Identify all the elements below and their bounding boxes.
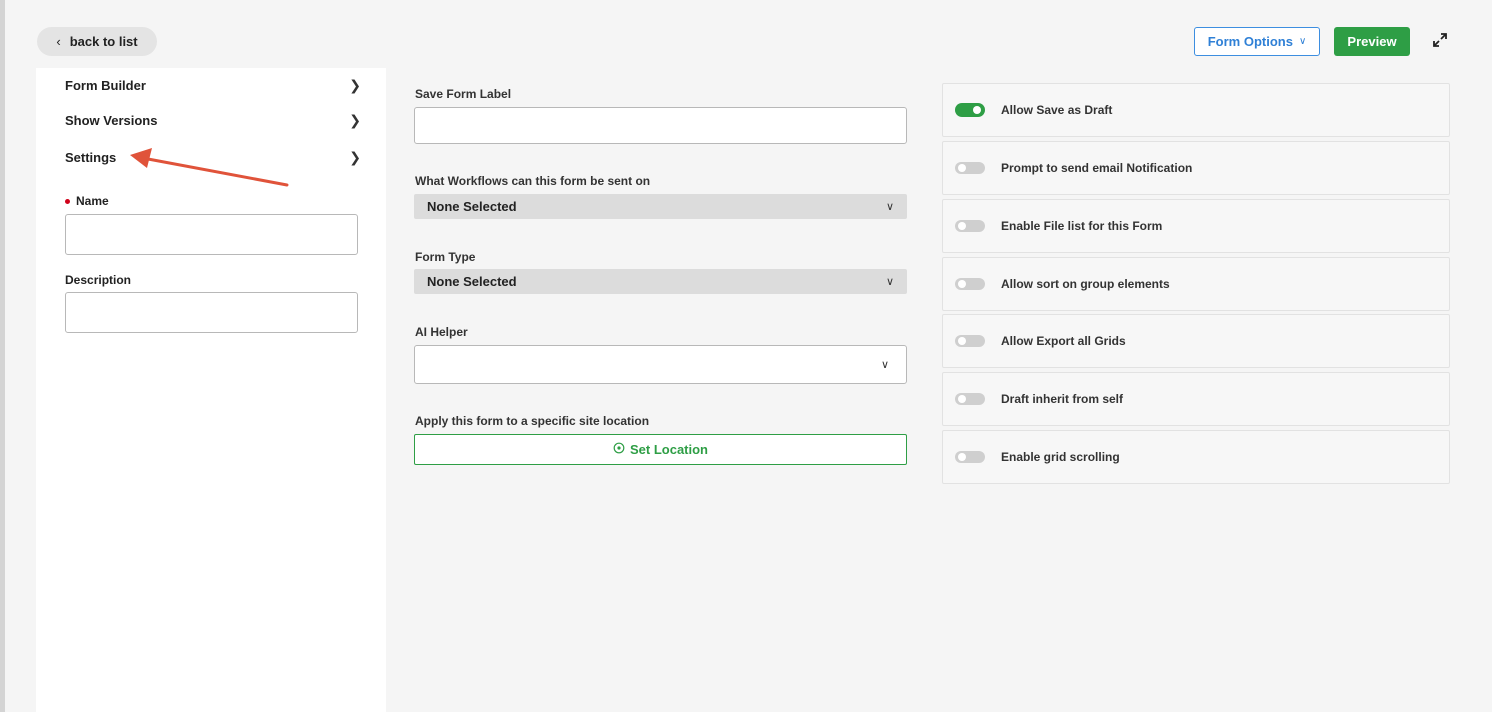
settings-sidebar: Form Builder ❯ Show Versions ❯ Settings … (36, 68, 386, 712)
name-input[interactable] (65, 214, 358, 255)
save-form-label-heading: Save Form Label (415, 87, 512, 101)
preview-button[interactable]: Preview (1334, 27, 1410, 56)
toggle-row-prompt-email: Prompt to send email Notification (942, 141, 1450, 195)
form-type-selected-value: None Selected (427, 274, 517, 289)
toggle-label: Allow Export all Grids (1001, 334, 1126, 348)
toggle-label: Allow Save as Draft (1001, 103, 1113, 117)
toggle-row-grid-scrolling: Enable grid scrolling (942, 430, 1450, 484)
chevron-right-icon: ❯ (349, 111, 361, 128)
grid-scrolling-toggle[interactable] (955, 451, 985, 463)
form-options-label: Form Options (1207, 34, 1293, 49)
chevron-down-icon: ∨ (885, 201, 894, 213)
chevron-left-icon: ‹ (56, 34, 61, 49)
toggle-row-export-grids: Allow Export all Grids (942, 314, 1450, 368)
workflows-select[interactable]: None Selected ∨ (414, 194, 907, 219)
prompt-email-toggle[interactable] (955, 162, 985, 174)
chevron-down-icon: ∨ (880, 359, 889, 371)
toggle-row-allow-save-draft: Allow Save as Draft (942, 83, 1450, 137)
chevron-right-icon: ❯ (349, 76, 361, 93)
toggle-label: Prompt to send email Notification (1001, 161, 1193, 175)
window-edge (0, 0, 5, 712)
ai-helper-heading: AI Helper (415, 325, 468, 339)
sidebar-item-settings[interactable]: Settings ❯ (65, 146, 361, 168)
description-field-label: Description (65, 273, 131, 287)
back-to-list-label: back to list (69, 34, 138, 49)
chevron-right-icon: ❯ (349, 148, 361, 165)
form-type-select[interactable]: None Selected ∨ (414, 269, 907, 294)
sidebar-item-label: Show Versions (65, 112, 158, 128)
toggle-row-draft-inherit: Draft inherit from self (942, 372, 1450, 426)
chevron-down-icon: ∨ (1298, 36, 1307, 47)
form-type-heading: Form Type (415, 250, 476, 264)
sidebar-item-form-builder[interactable]: Form Builder ❯ (65, 74, 361, 96)
toggle-row-sort-group: Allow sort on group elements (942, 257, 1450, 311)
toggle-label: Enable grid scrolling (1001, 450, 1120, 464)
allow-save-draft-toggle[interactable] (955, 103, 985, 117)
name-label-text: Name (76, 194, 109, 208)
expand-icon[interactable] (1430, 30, 1450, 50)
export-grids-toggle[interactable] (955, 335, 985, 347)
site-location-heading: Apply this form to a specific site locat… (415, 414, 650, 428)
toggle-label: Draft inherit from self (1001, 392, 1124, 406)
required-indicator (65, 198, 70, 204)
draft-inherit-toggle[interactable] (955, 393, 985, 405)
ai-helper-select[interactable]: ∨ (414, 345, 907, 384)
name-field-label: Name (65, 194, 109, 208)
save-form-label-input[interactable] (414, 107, 907, 144)
back-to-list-button[interactable]: ‹ back to list (37, 27, 157, 56)
preview-label: Preview (1347, 34, 1397, 49)
workflows-selected-value: None Selected (427, 199, 517, 214)
toggle-label: Enable File list for this Form (1001, 219, 1163, 233)
chevron-down-icon: ∨ (885, 276, 894, 288)
sort-group-toggle[interactable] (955, 278, 985, 290)
set-location-label: Set Location (629, 442, 708, 457)
sidebar-item-label: Settings (65, 149, 117, 165)
description-input[interactable] (65, 292, 358, 333)
sidebar-item-show-versions[interactable]: Show Versions ❯ (65, 109, 361, 131)
sidebar-item-label: Form Builder (65, 77, 146, 93)
file-list-toggle[interactable] (955, 220, 985, 232)
workflows-heading: What Workflows can this form be sent on (415, 174, 651, 188)
toggle-row-file-list: Enable File list for this Form (942, 199, 1450, 253)
toggle-label: Allow sort on group elements (1001, 277, 1170, 291)
target-icon (613, 442, 625, 457)
set-location-button[interactable]: Set Location (414, 434, 907, 465)
description-label-text: Description (65, 273, 132, 287)
form-options-button[interactable]: Form Options ∨ (1194, 27, 1320, 56)
